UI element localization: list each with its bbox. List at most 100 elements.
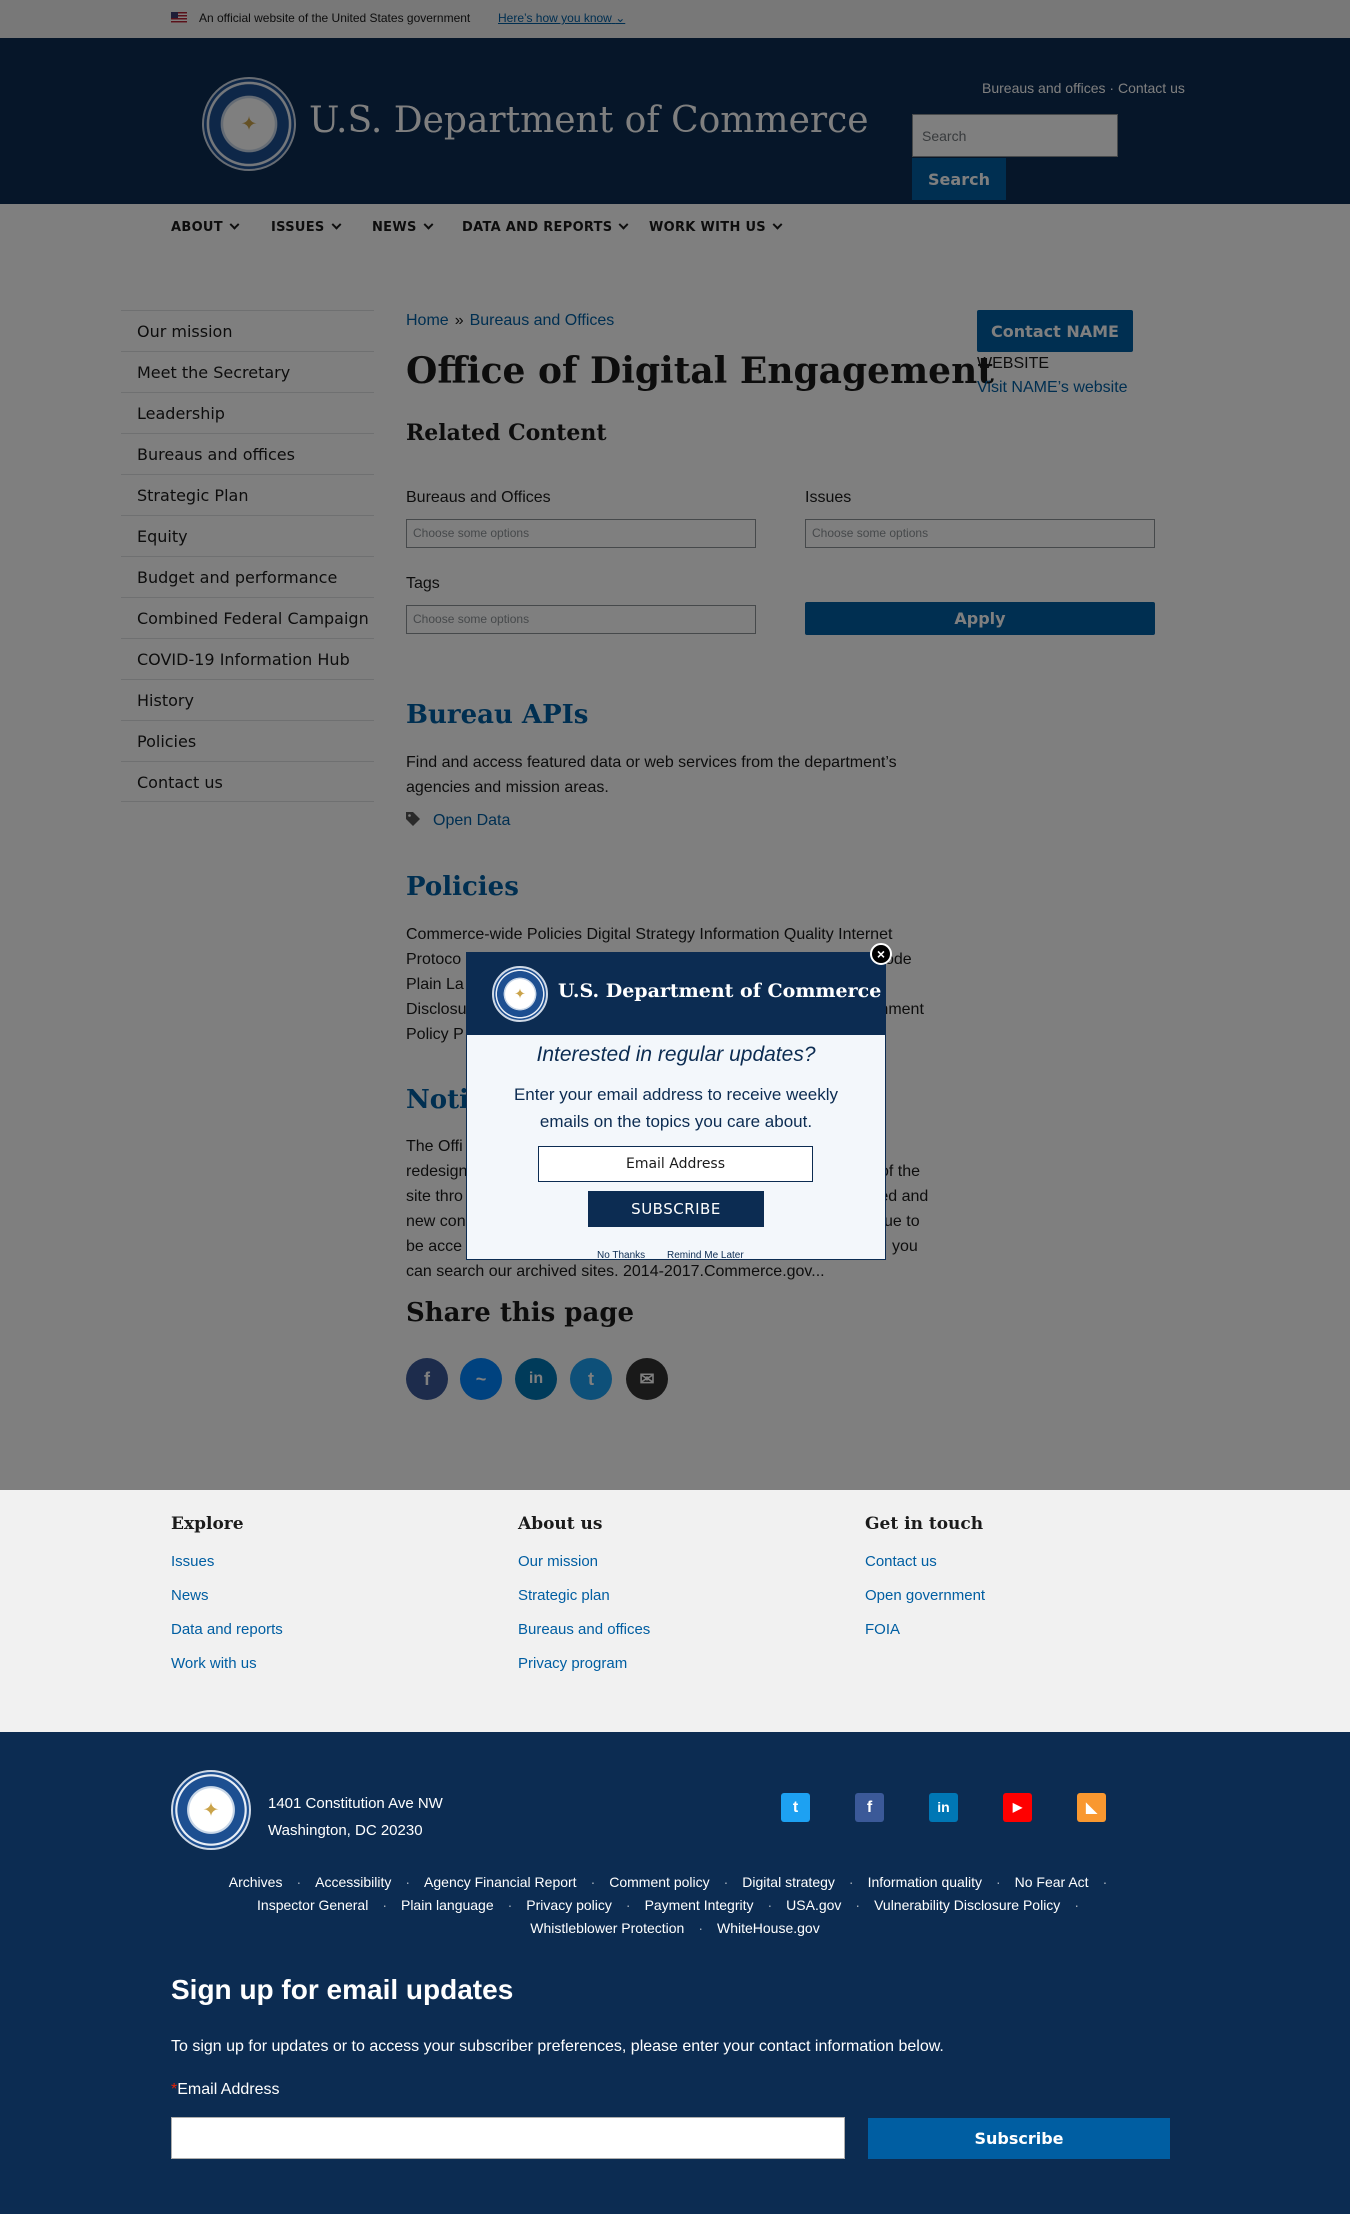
footer-link-news[interactable]: News (171, 1587, 209, 1604)
search-input[interactable] (912, 114, 1118, 157)
accessibility-link[interactable]: Accessibility (315, 1874, 391, 1890)
close-icon[interactable]: × (870, 943, 892, 965)
sidebar-item-strategic-plan[interactable]: Strategic Plan (121, 474, 374, 515)
footer-link-privacy[interactable]: Privacy program (518, 1655, 627, 1672)
no-thanks-link[interactable]: No Thanks (597, 1250, 645, 1261)
commerce-seal-logo[interactable]: ✦ (202, 77, 296, 171)
modal-question: Interested in regular updates? (536, 1043, 816, 1066)
footer-links: Explore Issues News Data and reports Wor… (0, 1490, 1350, 1732)
get-in-touch-heading: Get in touch (865, 1514, 984, 1534)
nav-work-with-us[interactable]: WORK WITH US (649, 219, 783, 235)
bureaus-filter-select[interactable]: Choose some options (406, 519, 756, 548)
sidebar-item-contact[interactable]: Contact us (121, 761, 374, 802)
contact-us-link[interactable]: Contact us (1118, 80, 1185, 96)
site-title[interactable]: U.S. Department of Commerce (309, 100, 869, 141)
twitter-icon[interactable]: t (781, 1793, 810, 1822)
digital-strategy-link[interactable]: Digital strategy (742, 1874, 835, 1890)
issues-filter-select[interactable]: Choose some options (805, 519, 1155, 548)
sidebar-item-history[interactable]: History (121, 679, 374, 720)
linkedin-share-icon[interactable]: in (515, 1358, 557, 1400)
footer-link-issues[interactable]: Issues (171, 1553, 214, 1570)
linkedin-icon[interactable]: in (929, 1793, 958, 1822)
sidebar-item-budget[interactable]: Budget and performance (121, 556, 374, 597)
whistleblower-link[interactable]: Whistleblower Protection (530, 1920, 684, 1936)
subscribe-button[interactable]: Subscribe (868, 2118, 1170, 2159)
signup-heading: Sign up for email updates (171, 1974, 514, 2005)
archives-link[interactable]: Archives (229, 1874, 283, 1890)
about-heading: About us (518, 1514, 603, 1534)
bureaus-offices-link[interactable]: Bureaus and offices (982, 80, 1106, 96)
share-heading: Share this page (406, 1298, 635, 1328)
twitter-share-icon[interactable]: t (570, 1358, 612, 1400)
footer-link-our-mission[interactable]: Our mission (518, 1553, 598, 1570)
how-you-know-link[interactable]: Here’s how you know ⌄ (498, 11, 625, 25)
footer-link-open-gov[interactable]: Open government (865, 1587, 985, 1604)
gov-banner: An official website of the United States… (0, 0, 1350, 38)
email-field[interactable] (171, 2117, 845, 2159)
utility-links: Bureaus and offices · Contact us (982, 80, 1185, 96)
sidebar-item-bureaus-offices[interactable]: Bureaus and offices (121, 433, 374, 474)
contact-name-button[interactable]: Contact NAME (977, 310, 1133, 352)
apply-button[interactable]: Apply (805, 602, 1155, 635)
facebook-share-icon[interactable]: f (406, 1358, 448, 1400)
sidebar-item-cfc[interactable]: Combined Federal Campaign (121, 597, 374, 638)
page-title: Office of Digital Engagement (406, 350, 994, 392)
breadcrumb-bureaus[interactable]: Bureaus and Offices (470, 312, 615, 329)
footer-link-strategic-plan[interactable]: Strategic plan (518, 1587, 610, 1604)
sidebar-item-leadership[interactable]: Leadership (121, 392, 374, 433)
address: 1401 Constitution Ave NW Washington, DC … (268, 1795, 443, 1839)
email-share-icon[interactable]: ✉ (626, 1358, 668, 1400)
policies-heading[interactable]: Policies (406, 872, 519, 902)
inspector-general-link[interactable]: Inspector General (257, 1897, 368, 1913)
rss-icon[interactable]: ◣ (1077, 1793, 1106, 1822)
nav-data-reports[interactable]: DATA AND REPORTS (462, 219, 629, 235)
breadcrumb: Home» Bureaus and Offices (406, 312, 615, 329)
sidebar-item-meet-secretary[interactable]: Meet the Secretary (121, 351, 374, 392)
comment-policy-link[interactable]: Comment policy (609, 1874, 709, 1890)
plain-language-link[interactable]: Plain language (401, 1897, 494, 1913)
privacy-policy-link[interactable]: Privacy policy (526, 1897, 612, 1913)
sidebar-item-equity[interactable]: Equity (121, 515, 374, 556)
sidebar-item-covid[interactable]: COVID-19 Information Hub (121, 638, 374, 679)
open-data-tag[interactable]: Open Data (433, 812, 510, 830)
footer-link-data-reports[interactable]: Data and reports (171, 1621, 283, 1638)
tags-filter-select[interactable]: Choose some options (406, 605, 756, 634)
facebook-icon[interactable]: f (855, 1793, 884, 1822)
modal-header: ✦ U.S. Department of Commerce (467, 953, 885, 1035)
nav-about[interactable]: ABOUT (171, 219, 240, 235)
remind-later-link[interactable]: Remind Me Later (667, 1250, 744, 1261)
usagov-link[interactable]: USA.gov (786, 1897, 841, 1913)
chevron-down-icon (229, 219, 240, 230)
whitehouse-link[interactable]: WhiteHouse.gov (717, 1920, 820, 1936)
footer-link-work-with-us[interactable]: Work with us (171, 1655, 257, 1672)
no-fear-act-link[interactable]: No Fear Act (1015, 1874, 1089, 1890)
sidebar-item-policies[interactable]: Policies (121, 720, 374, 761)
nav-news[interactable]: NEWS (372, 219, 434, 235)
afr-link[interactable]: Agency Financial Report (424, 1874, 577, 1890)
search-button[interactable]: Search (912, 158, 1006, 200)
chevron-down-icon (619, 219, 629, 230)
footer-seal-logo: ✦ (171, 1770, 251, 1850)
nav-issues[interactable]: ISSUES (271, 219, 342, 235)
messenger-share-icon[interactable]: ~ (460, 1358, 502, 1400)
sidebar-nav: Our mission Meet the Secretary Leadershi… (121, 310, 374, 802)
related-content-heading: Related Content (406, 420, 607, 446)
sidebar-item-our-mission[interactable]: Our mission (121, 310, 374, 351)
breadcrumb-home[interactable]: Home (406, 312, 449, 329)
site-header: ✦ U.S. Department of Commerce Bureaus an… (0, 38, 1350, 204)
footer-link-contact[interactable]: Contact us (865, 1553, 937, 1570)
vdp-link[interactable]: Vulnerability Disclosure Policy (874, 1897, 1060, 1913)
info-quality-link[interactable]: Information quality (868, 1874, 982, 1890)
footer-links-row-2: Inspector General · Plain language · Privacy… (257, 1897, 1079, 1913)
footer-link-foia[interactable]: FOIA (865, 1621, 900, 1638)
footer-link-bureaus[interactable]: Bureaus and offices (518, 1621, 650, 1638)
modal-title: U.S. Department of Commerce (558, 980, 882, 1002)
modal-email-input[interactable]: Email Address (538, 1146, 813, 1182)
modal-subscribe-button[interactable]: SUBSCRIBE (588, 1191, 764, 1227)
payment-integrity-link[interactable]: Payment Integrity (645, 1897, 754, 1913)
bureau-apis-heading[interactable]: Bureau APIs (406, 700, 588, 730)
explore-heading: Explore (171, 1514, 244, 1534)
website-link[interactable]: Visit NAME’s website (977, 379, 1128, 397)
footer-bottom: ✦ 1401 Constitution Ave NW Washington, D… (0, 1732, 1350, 2214)
youtube-icon[interactable]: ▶ (1003, 1793, 1032, 1822)
